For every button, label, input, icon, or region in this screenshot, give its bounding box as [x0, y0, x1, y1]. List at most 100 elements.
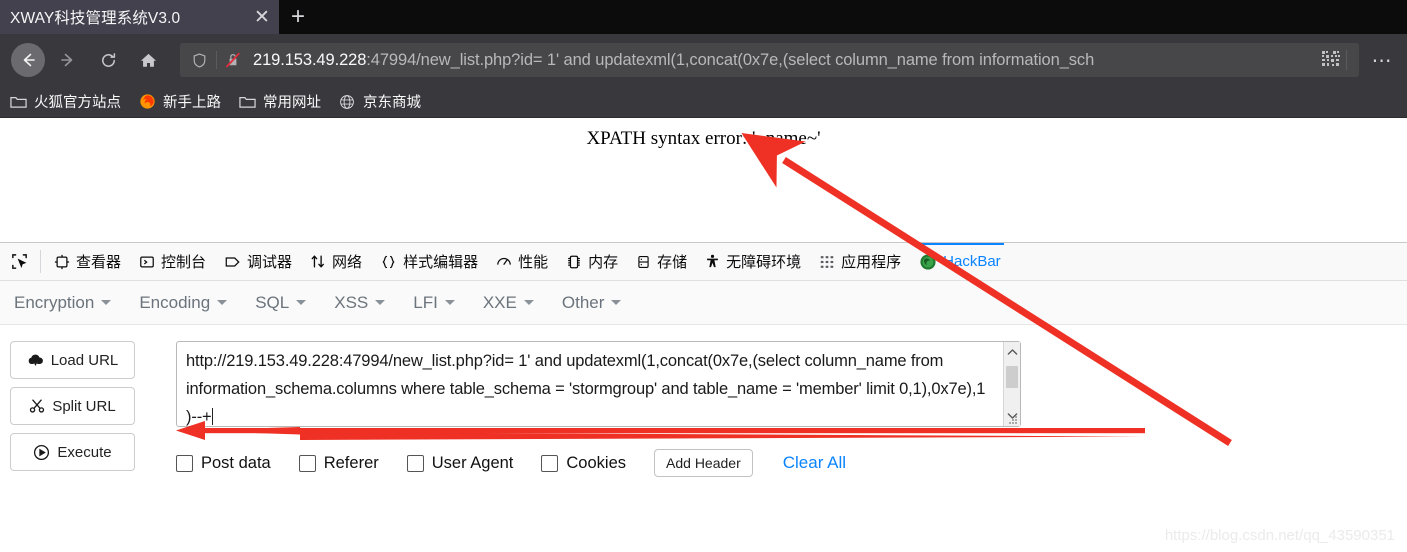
devtools-tab-memory[interactable]: 内存	[557, 243, 627, 280]
bookmark-label: 火狐官方站点	[34, 95, 121, 111]
chevron-down-icon	[444, 300, 455, 305]
devtools-tab-style-editor[interactable]: 样式编辑器	[371, 243, 487, 280]
insecure-lock-icon[interactable]	[219, 51, 247, 69]
split-url-button[interactable]: Split URL	[10, 387, 135, 425]
checkbox-box[interactable]	[298, 454, 316, 472]
storage-icon	[636, 254, 651, 270]
qr-code-icon[interactable]	[1320, 49, 1342, 71]
text-cursor	[211, 408, 213, 425]
execute-button[interactable]: Execute	[10, 433, 135, 471]
scroll-up-icon[interactable]	[1004, 342, 1020, 362]
hackbar-menu-xss[interactable]: XSS	[334, 293, 386, 313]
devtools-tab-label: HackBar	[943, 253, 1001, 270]
close-icon[interactable]: ✕	[249, 4, 275, 30]
hackbar-menu-encoding[interactable]: Encoding	[139, 293, 228, 313]
resize-grip-icon[interactable]	[1007, 413, 1019, 425]
menu-label: SQL	[255, 292, 290, 312]
chevron-down-icon	[523, 300, 534, 305]
bookmark-item-globe[interactable]: 京东商城	[337, 91, 421, 112]
clear-all-link[interactable]: Clear All	[783, 453, 846, 473]
performance-icon	[496, 254, 512, 270]
scrollbar-thumb[interactable]	[1006, 366, 1018, 388]
devtools-tab-application[interactable]: 应用程序	[810, 243, 910, 280]
checkbox-box[interactable]	[406, 454, 424, 472]
checkbox-label: User Agent	[431, 453, 514, 472]
devtools-tab-network[interactable]: 网络	[301, 243, 371, 280]
scissors-icon	[29, 398, 45, 414]
browser-menu-icon[interactable]: ⋯	[1365, 43, 1399, 77]
checkbox-box[interactable]	[541, 454, 559, 472]
devtools-tab-performance[interactable]: 性能	[487, 243, 557, 280]
console-icon	[139, 254, 155, 270]
folder-icon	[8, 94, 28, 110]
hackbar-menu-encryption[interactable]: Encryption	[14, 292, 112, 313]
forward-arrow-icon[interactable]	[51, 43, 85, 77]
devtools-tab-console[interactable]: 控制台	[130, 243, 215, 280]
element-picker-icon[interactable]	[2, 243, 36, 280]
hackbar-menu-lfi[interactable]: LFI	[413, 293, 455, 313]
style-editor-icon	[380, 254, 397, 270]
menu-label: Other	[561, 292, 605, 312]
checkbox-referer[interactable]: Referer	[298, 454, 379, 473]
chevron-down-icon	[375, 300, 386, 305]
url-bar-actions	[1320, 49, 1355, 71]
hackbar-menu-xxe[interactable]: XXE	[483, 293, 534, 313]
home-icon[interactable]	[131, 43, 165, 77]
devtools-tab-label: 控制台	[161, 254, 207, 271]
tab-title: XWAY科技管理系统V3.0	[10, 10, 181, 27]
devtools-tab-label: 存储	[657, 254, 688, 271]
tab-strip: XWAY科技管理系统V3.0 ✕ +	[0, 0, 1407, 34]
devtools-tab-debugger[interactable]: 调试器	[215, 243, 301, 280]
shield-icon[interactable]	[184, 52, 214, 69]
url-host: 219.153.49.228	[253, 50, 367, 69]
button-label: Split URL	[52, 397, 116, 415]
checkbox-label: Post data	[201, 453, 271, 472]
bookmark-label: 京东商城	[363, 95, 421, 111]
checkbox-user-agent[interactable]: User Agent	[406, 453, 514, 473]
devtools-tab-hackbar[interactable]: HackBar	[910, 243, 1010, 280]
hackbar-menu-sql[interactable]: SQL	[255, 292, 307, 313]
devtools-panel: 查看器 控制台 调试器 网络 样式编辑器 性能 内存 存储 无障碍环境 应用程序…	[0, 242, 1407, 479]
request-url-text: http://219.153.49.228:47994/new_list.php…	[186, 352, 990, 426]
request-url-value: http://219.153.49.228:47994/new_list.php…	[186, 347, 992, 431]
url-text[interactable]: 219.153.49.228:47994/new_list.php?id= 1'…	[247, 51, 1320, 70]
devtools-tab-inspector[interactable]: 查看器	[45, 243, 130, 280]
bookmark-item-firefox[interactable]: 新手上路	[137, 91, 221, 112]
new-tab-icon[interactable]: +	[279, 0, 317, 34]
add-header-button[interactable]: Add Header	[654, 449, 753, 477]
devtools-tab-label: 应用程序	[841, 254, 902, 271]
watermark-text: https://blog.csdn.net/qq_43590351	[1164, 527, 1395, 544]
browser-tab[interactable]: XWAY科技管理系统V3.0 ✕	[0, 0, 279, 34]
checkbox-post-data[interactable]: Post data	[176, 454, 271, 473]
devtools-tab-label: 性能	[518, 254, 549, 271]
scrollbar-track[interactable]	[1004, 362, 1020, 406]
url-bar[interactable]: 219.153.49.228:47994/new_list.php?id= 1'…	[180, 43, 1359, 77]
debugger-icon	[224, 254, 241, 270]
load-url-button[interactable]: Load URL	[10, 341, 135, 379]
devtools-tab-storage[interactable]: 存储	[627, 243, 696, 280]
menu-label: LFI	[413, 292, 438, 312]
cloud-download-icon	[27, 353, 44, 368]
hackbar-menu-other[interactable]: Other	[562, 293, 622, 313]
network-icon	[310, 253, 326, 270]
devtools-toolbar: 查看器 控制台 调试器 网络 样式编辑器 性能 内存 存储 无障碍环境 应用程序…	[0, 243, 1407, 281]
request-url-textarea[interactable]: http://219.153.49.228:47994/new_list.php…	[176, 341, 1021, 427]
menu-label: XXE	[482, 292, 517, 312]
bookmark-item-folder-2[interactable]: 常用网址	[237, 91, 321, 112]
bookmark-item-folder-1[interactable]: 火狐官方站点	[8, 91, 121, 112]
devtools-tab-label: 无障碍环境	[726, 254, 802, 271]
hackbar-options-row: Post data Referer User Agent Cookies Add…	[176, 449, 1407, 477]
toolbar-divider	[40, 250, 41, 273]
bookmark-label: 新手上路	[163, 95, 221, 111]
play-circle-icon	[33, 444, 50, 461]
devtools-tab-accessibility[interactable]: 无障碍环境	[696, 243, 810, 280]
toolbar-divider	[1346, 50, 1347, 70]
firefox-icon	[137, 94, 157, 110]
menu-label: Encryption	[14, 292, 95, 312]
reload-icon[interactable]	[91, 43, 125, 77]
checkbox-box[interactable]	[176, 454, 193, 472]
back-arrow-icon[interactable]	[11, 43, 45, 77]
checkbox-cookies[interactable]: Cookies	[541, 454, 626, 473]
hackbar-panel: Encryption Encoding SQL XSS LFI XXE Othe…	[0, 281, 1407, 479]
bookmarks-bar: 火狐官方站点 新手上路 常用网址 京东商城	[0, 86, 1407, 118]
